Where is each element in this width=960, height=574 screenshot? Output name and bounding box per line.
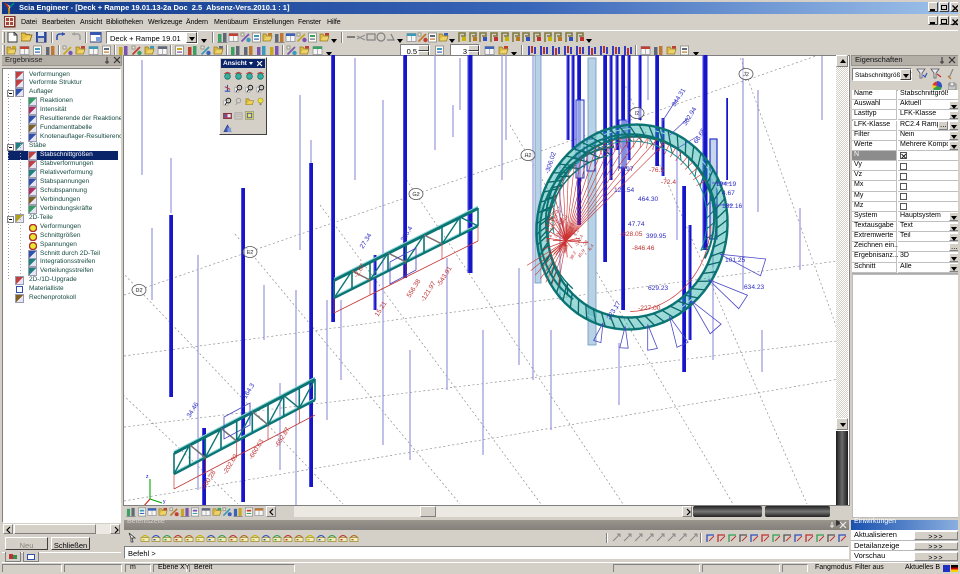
- svg-text:344.31: 344.31: [671, 87, 688, 108]
- svg-text:101.25: 101.25: [725, 257, 746, 264]
- svg-text:464.30: 464.30: [638, 196, 659, 203]
- svg-text:E2: E2: [247, 250, 254, 256]
- svg-text:J2: J2: [743, 72, 749, 78]
- svg-text:4.67: 4.67: [722, 190, 735, 197]
- svg-text:-227.00: -227.00: [638, 305, 661, 312]
- svg-text:629.23: 629.23: [648, 285, 669, 292]
- svg-text:362.94: 362.94: [682, 106, 699, 127]
- svg-text:182.16: 182.16: [722, 203, 743, 210]
- svg-text:27.34: 27.34: [359, 232, 374, 250]
- svg-text:399.95: 399.95: [646, 233, 667, 240]
- svg-text:-543.91: -543.91: [436, 265, 454, 288]
- svg-text:G2: G2: [412, 192, 419, 198]
- svg-text:-72.4: -72.4: [661, 179, 676, 186]
- svg-text:D2: D2: [135, 288, 142, 294]
- svg-text:194.19: 194.19: [716, 181, 737, 188]
- svg-text:-76.5: -76.5: [649, 167, 664, 174]
- svg-text:47.74: 47.74: [628, 221, 645, 228]
- svg-text:73.97: 73.97: [617, 166, 634, 173]
- svg-text:-652.87: -652.87: [274, 426, 292, 449]
- svg-text:z: z: [146, 474, 149, 480]
- svg-text:320: 320: [553, 230, 562, 239]
- svg-text:45.0: 45.0: [577, 248, 586, 258]
- svg-text:634.23: 634.23: [744, 284, 765, 291]
- svg-text:-660.63: -660.63: [248, 438, 266, 461]
- svg-text:-846.46: -846.46: [632, 245, 655, 252]
- svg-text:556.38: 556.38: [406, 278, 423, 299]
- svg-text:-828.05: -828.05: [620, 231, 643, 238]
- svg-text:H2: H2: [524, 153, 531, 159]
- svg-text:123.54: 123.54: [614, 187, 635, 194]
- svg-text:-121.97: -121.97: [420, 280, 438, 303]
- svg-text:I2: I2: [635, 111, 640, 117]
- svg-text:-202.60: -202.60: [222, 453, 240, 476]
